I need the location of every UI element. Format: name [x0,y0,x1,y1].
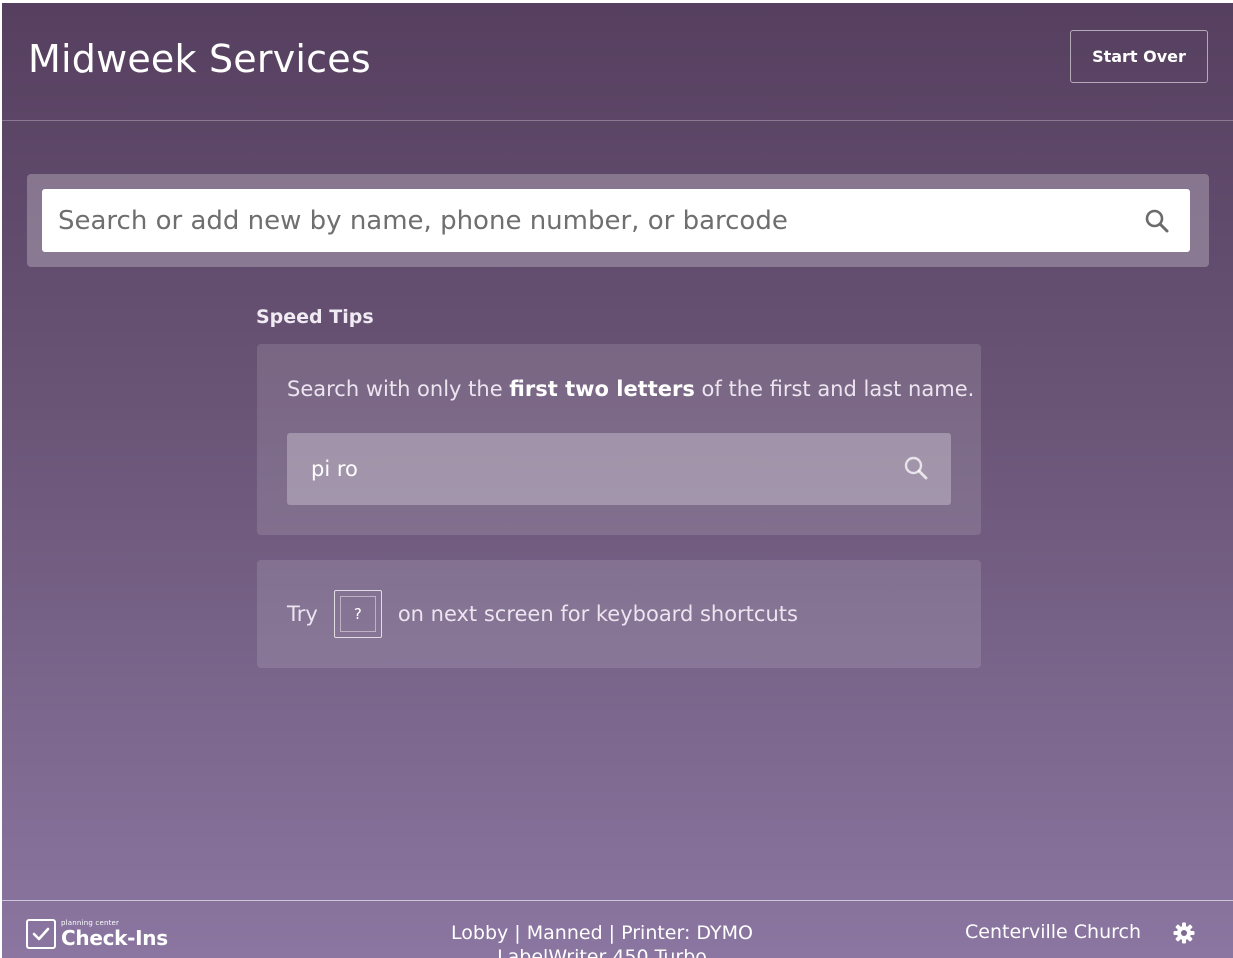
tip-text-prefix: Search with only the [287,377,510,401]
search-input[interactable] [42,189,1142,252]
logo-big-text: Check-Ins [61,926,168,950]
question-key-icon: ? [333,590,382,638]
check-ins-logo: planning center Check-Ins [26,919,168,949]
start-over-button[interactable]: Start Over [1070,30,1208,83]
gear-icon[interactable] [1172,921,1196,949]
example-search-box: pi ro [287,433,951,505]
checkbox-logo-icon [26,919,56,949]
search-bar-container [27,174,1209,267]
speed-tips-heading: Speed Tips [256,306,374,328]
tip-text-suffix: of the first and last name. [694,377,975,401]
header: Midweek Services Start Over [2,3,1233,121]
search-icon [903,455,929,485]
tip-text-emphasis: first two letters [509,377,695,401]
tip-text: Search with only the first two letters o… [287,377,974,401]
page-title: Midweek Services [28,37,371,81]
example-search-text: pi ro [311,457,358,481]
tip-card-two-letters: Search with only the first two letters o… [257,344,981,535]
shortcut-tip: Try ? on next screen for keyboard shortc… [287,590,798,638]
station-info: Lobby | Manned | Printer: DYMO LabelWrit… [451,922,753,958]
tip-card-keyboard-shortcuts: Try ? on next screen for keyboard shortc… [257,560,981,668]
shortcut-tip-prefix: Try [287,602,318,626]
church-name: Centerville Church [965,921,1141,943]
logo-wordmark: planning center Check-Ins [61,920,168,950]
shortcut-tip-suffix: on next screen for keyboard shortcuts [397,602,798,626]
footer: planning center Check-Ins Lobby | Manned… [2,900,1233,958]
search-box[interactable] [42,189,1190,252]
keycap-label: ? [339,596,376,632]
check-in-app: Midweek Services Start Over Speed Tips S… [2,3,1233,958]
search-icon[interactable] [1142,206,1172,236]
